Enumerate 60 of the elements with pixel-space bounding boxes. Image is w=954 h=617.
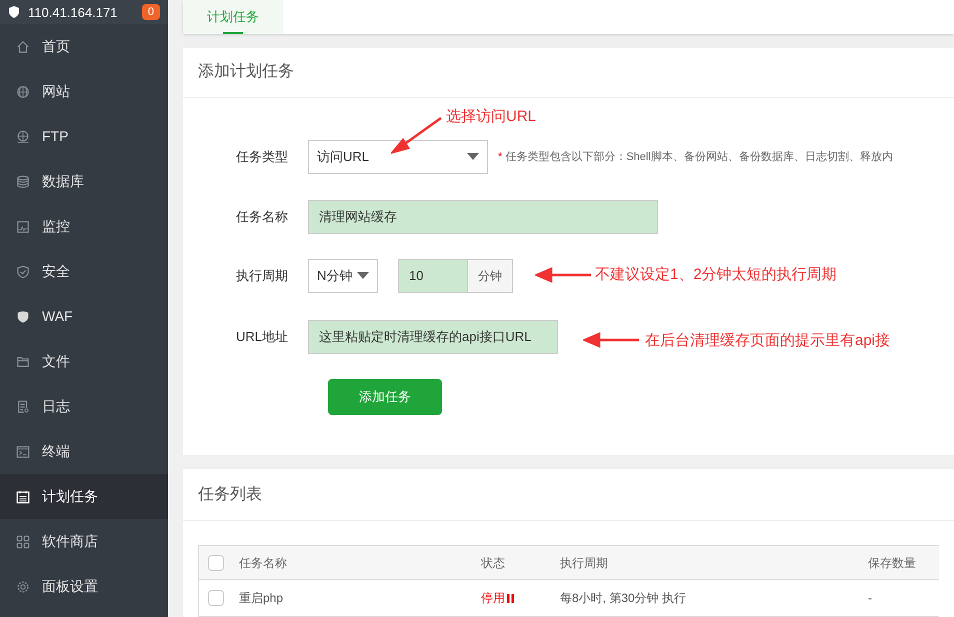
monitor-icon <box>16 220 30 234</box>
sidebar-item[interactable]: 日志 <box>0 384 168 429</box>
globe-icon <box>16 84 30 98</box>
field-label: 任务类型 <box>235 148 289 166</box>
sidebar-item[interactable]: 计划任务 <box>0 474 168 519</box>
status-link[interactable]: 停用 <box>481 589 505 607</box>
column-header: 任务名称 <box>238 554 288 572</box>
shield-icon <box>16 310 30 324</box>
sidebar-item[interactable]: 数据库 <box>0 159 168 204</box>
minutes-field[interactable]: 10 <box>398 258 468 293</box>
table-cell-text: 重启php <box>238 590 284 607</box>
sidebar-item[interactable]: 安全 <box>0 249 168 294</box>
url-field[interactable]: 这里粘贴定时清理缓存的api接口URL <box>308 320 558 354</box>
calendar-icon <box>16 490 30 504</box>
arrow-icon <box>391 116 443 154</box>
terminal-icon <box>16 444 30 458</box>
document-icon <box>16 400 30 414</box>
shield-check-icon <box>16 264 30 278</box>
sidebar-item[interactable]: 首页 <box>0 24 168 69</box>
annotation-text: 在后台清理缓存页面的提示里有api接 <box>645 330 890 351</box>
checkbox[interactable] <box>208 590 224 606</box>
card-title: 任务列表 <box>183 469 954 521</box>
checkbox[interactable] <box>208 554 224 570</box>
table-cell-text: - <box>867 590 873 607</box>
arrow-icon <box>583 330 641 349</box>
table-cell-text: 每8小时, 第30分钟 执行 <box>559 590 688 607</box>
annotation-text: 选择访问URL <box>446 106 536 127</box>
unit-label: 分钟 <box>468 258 513 293</box>
globe-icon <box>16 130 30 144</box>
sidebar-item[interactable]: 面板设置 <box>0 564 168 609</box>
caret-icon <box>357 272 369 280</box>
task-type-select[interactable]: 访问URL <box>308 140 488 174</box>
field-label: 执行周期 <box>235 267 289 286</box>
sidebar-item[interactable]: 文件 <box>0 339 168 384</box>
settings-icon <box>16 580 30 594</box>
hint-text: * 任务类型包含以下部分：Shell脚本、备份网站、备份数据库、日志切割、释放内 <box>498 150 893 165</box>
sidebar-item[interactable]: 网站 <box>0 69 168 114</box>
database-icon <box>16 174 30 188</box>
sidebar-item[interactable]: 终端 <box>0 429 168 474</box>
sidebar-item[interactable]: WAF <box>0 294 168 339</box>
column-header: 状态 <box>480 554 506 572</box>
card-title: 添加计划任务 <box>183 48 954 98</box>
annotation-text: 不建议设定1、2分钟太短的执行周期 <box>595 264 837 285</box>
server-address: 110.41.164.171 <box>28 6 118 18</box>
field-label: 任务名称 <box>235 208 289 226</box>
column-header: 执行周期 <box>559 554 609 572</box>
period-select[interactable]: N分钟 <box>308 258 378 293</box>
shield-icon <box>8 6 20 18</box>
sidebar-item[interactable]: 软件商店 <box>0 519 168 564</box>
column-header: 保存数量 <box>867 554 917 572</box>
folder-icon <box>16 354 30 368</box>
pause-icon <box>507 594 514 602</box>
field-label: URL地址 <box>234 328 289 346</box>
sidebar-item[interactable]: FTP <box>0 114 168 159</box>
sidebar-item[interactable]: 监控 <box>0 204 168 249</box>
task-name-field[interactable]: 清理网站缓存 <box>308 200 658 234</box>
arrow-icon <box>535 266 593 284</box>
caret-icon <box>467 153 479 160</box>
home-icon <box>16 40 30 54</box>
grid-icon <box>16 534 30 548</box>
